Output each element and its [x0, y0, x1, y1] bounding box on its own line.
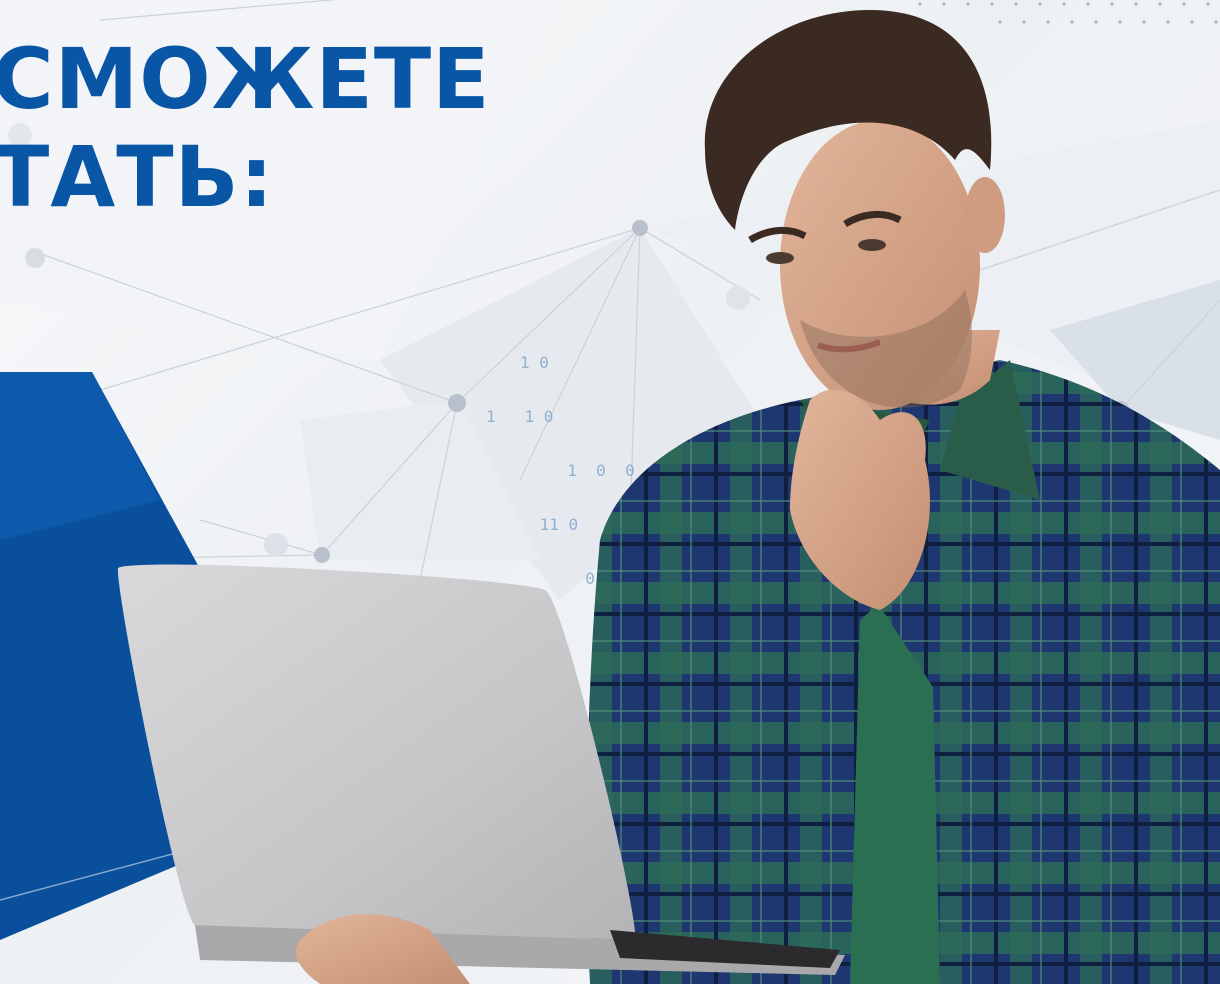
promo-banner: 1 0 1 1 0 1 0 0 11 0 0 1 1 0 1 СМОЖЕТЕ Т…: [0, 0, 1220, 984]
laptop: [117, 564, 636, 940]
person-photo: [117, 10, 1220, 984]
